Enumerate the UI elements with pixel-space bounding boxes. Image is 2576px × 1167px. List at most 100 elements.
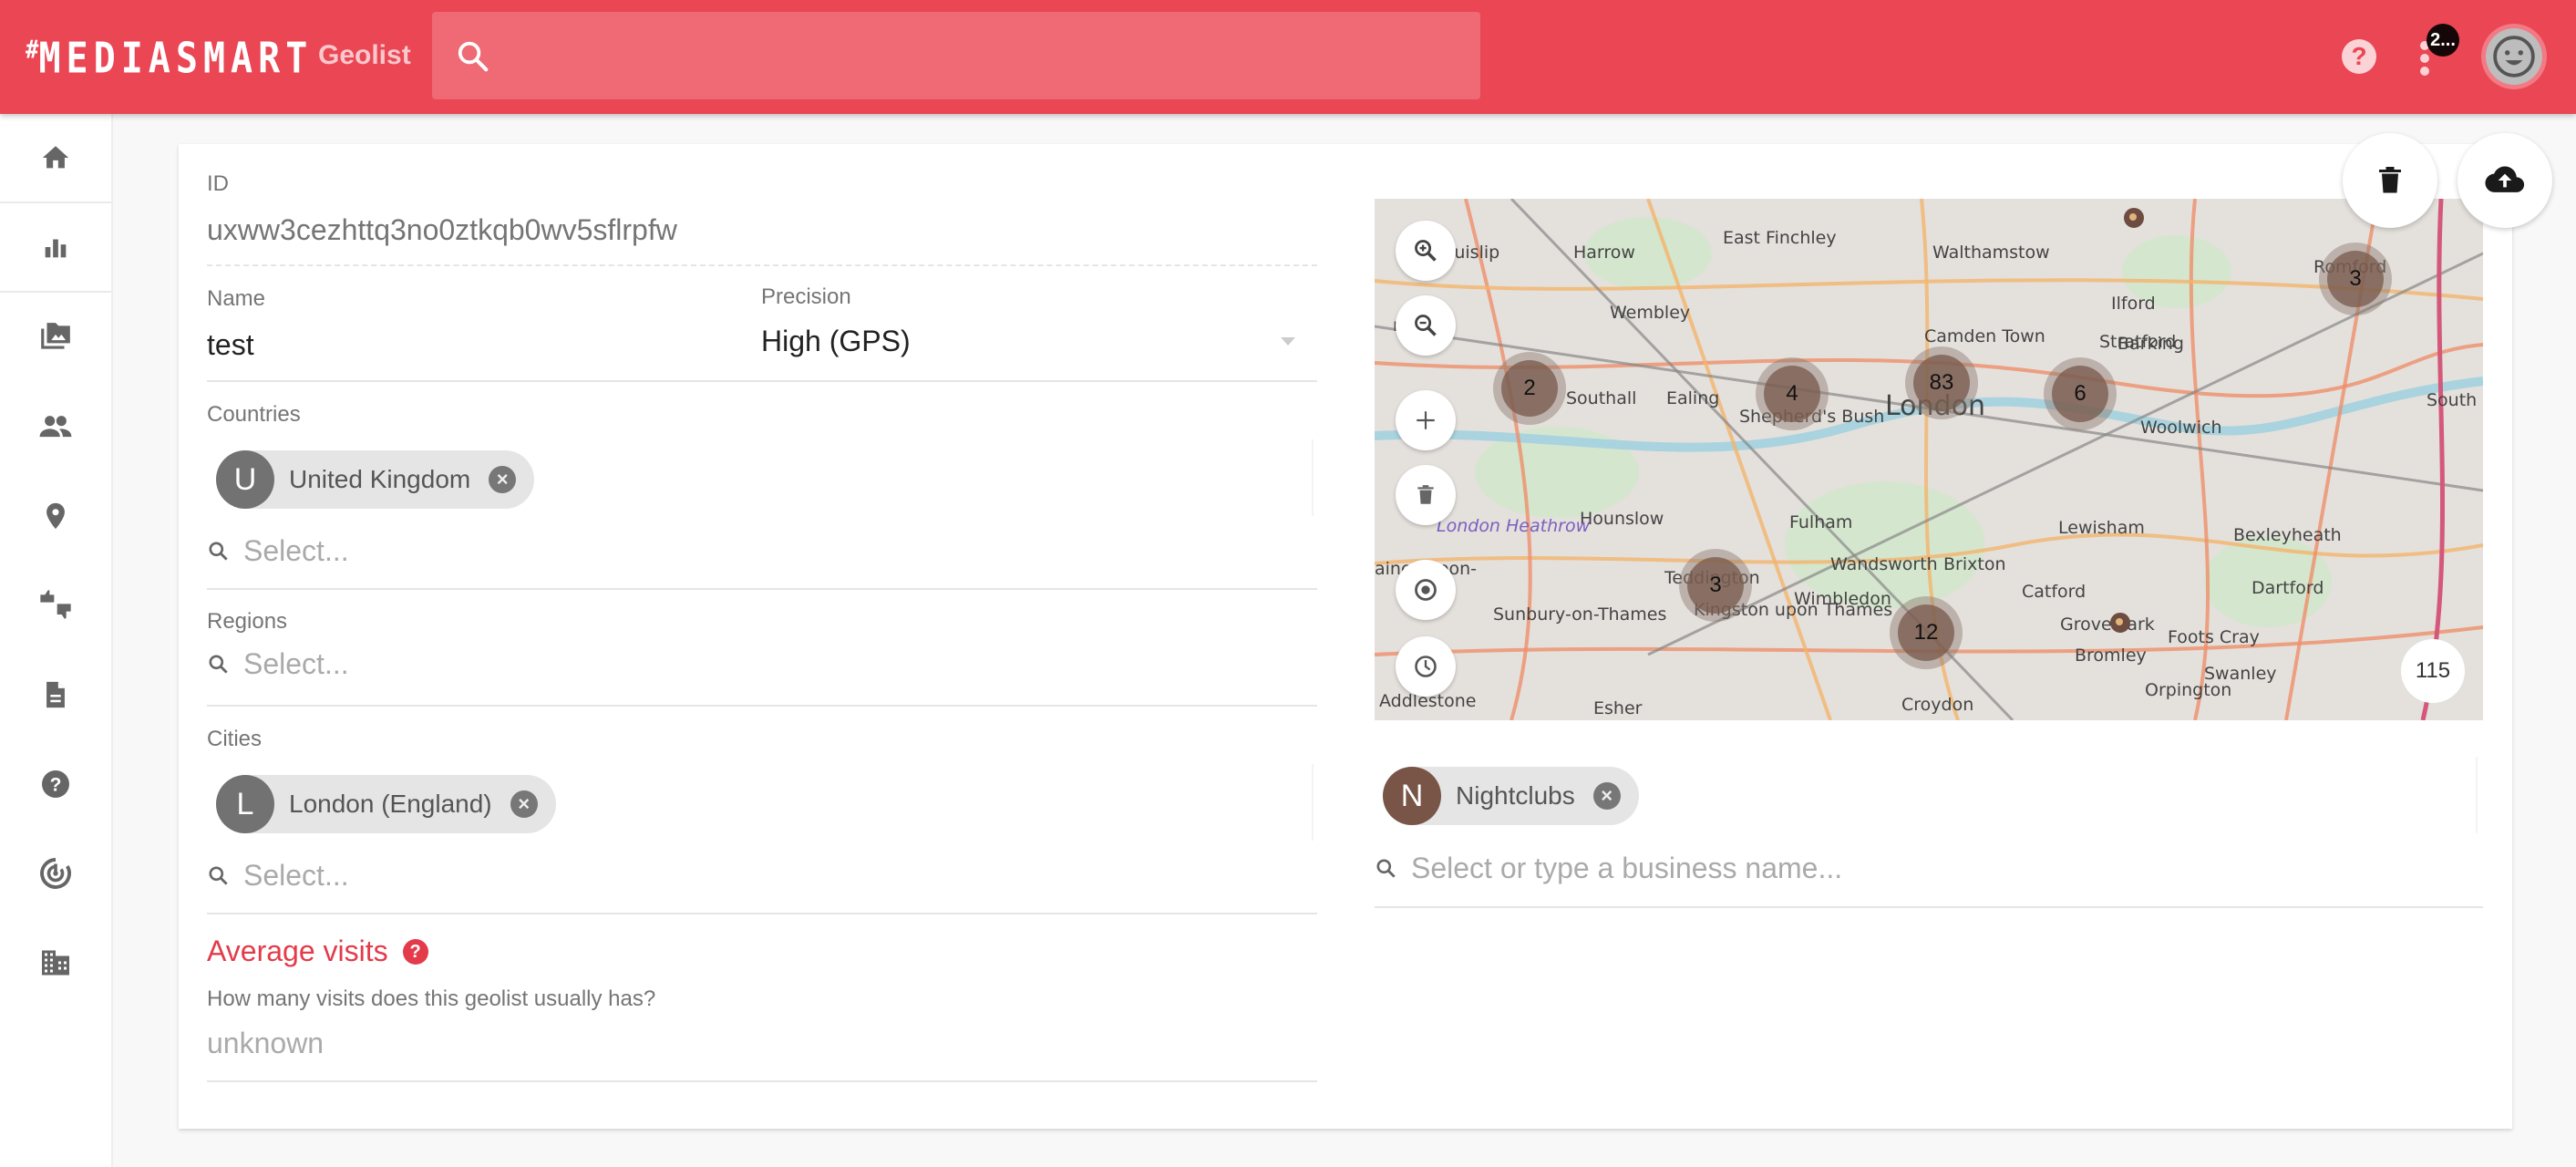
search-icon: [458, 41, 489, 72]
map-place-label: Bexleyheath: [2233, 525, 2342, 545]
clock-icon: [1415, 656, 1437, 677]
map-place-label: Woolwich: [2140, 418, 2222, 438]
cities-divider: [207, 913, 1317, 914]
map-place-label: Wandsworth: [1830, 554, 1938, 574]
chip-area-border: [1312, 764, 1314, 841]
global-search[interactable]: [432, 12, 1480, 99]
mediasmart-logo[interactable]: #MEDIASMART: [26, 35, 313, 83]
map-cluster[interactable]: 3: [2319, 243, 2392, 315]
map-place-label: Brixton: [1943, 554, 2006, 574]
search-icon: [209, 541, 228, 561]
map-zoom-out-button[interactable]: [1396, 295, 1456, 356]
photo-library-icon: [41, 323, 70, 349]
map-cluster[interactable]: 2: [1493, 352, 1566, 425]
map-place-label: Croydon: [1901, 695, 1974, 715]
building-icon: [42, 950, 69, 976]
map-pin-marker[interactable]: [2110, 613, 2130, 633]
chip-avatar: N: [1383, 767, 1441, 825]
map-cluster[interactable]: 4: [1756, 357, 1829, 430]
sidebar-item-geolists[interactable]: [0, 471, 111, 561]
map-place-label: Catford: [2022, 582, 2087, 602]
delete-geolist-button[interactable]: [2343, 133, 2437, 228]
map-place-label: Orpington: [2145, 680, 2232, 700]
zoom-in-icon: [1415, 240, 1437, 262]
plus-icon: [1417, 411, 1435, 429]
chip-remove-icon[interactable]: ×: [1592, 782, 1621, 810]
map-place-label: Foots Cray: [2168, 627, 2260, 647]
chip-remove-icon[interactable]: ×: [510, 790, 538, 818]
average-visits-divider: [207, 1080, 1317, 1082]
help-icon[interactable]: ?: [2342, 39, 2376, 74]
average-visits-input[interactable]: unknown: [207, 1027, 324, 1060]
map-cluster[interactable]: 12: [1890, 596, 1963, 669]
map-add-button[interactable]: [1396, 390, 1456, 450]
sidebar-item-analytics[interactable]: [0, 203, 111, 293]
smiley-face-icon: [2486, 28, 2542, 85]
sidebar-item-reports[interactable]: [0, 650, 111, 739]
map-place-label: Walthamstow: [1932, 243, 2050, 263]
sidebar-item-organization[interactable]: [0, 918, 111, 1007]
map-place-label: Grove Park: [2060, 614, 2155, 635]
map-place-label: Ilford: [2111, 294, 2156, 314]
map-place-label: Southall: [1566, 388, 1637, 408]
chip-label: United Kingdom: [289, 465, 471, 493]
sidebar-item-creatives[interactable]: [0, 293, 111, 382]
precision-select[interactable]: High (GPS): [761, 325, 1308, 358]
precision-label: Precision: [761, 284, 851, 309]
business-chip: N Nightclubs ×: [1383, 767, 1639, 825]
search-icon: [209, 865, 228, 885]
user-avatar[interactable]: [2481, 24, 2547, 89]
people-icon: [39, 416, 72, 438]
global-search-input[interactable]: [505, 12, 1462, 99]
radar-icon: [40, 858, 71, 889]
chip-remove-icon[interactable]: ×: [489, 466, 517, 493]
chip-area-border: [2476, 757, 2478, 833]
cities-select[interactable]: [207, 859, 1155, 893]
cloud-upload-icon: [2485, 166, 2525, 192]
sidebar-item-home[interactable]: [0, 114, 111, 203]
map-view[interactable]: Ruislip Harrow East Finchley Walthamstow Wem…: [1375, 199, 2483, 720]
countries-label: Countries: [207, 402, 301, 427]
sidebar-item-ratings[interactable]: [0, 561, 111, 650]
map-locate-button[interactable]: [1396, 560, 1456, 620]
chip-area-border: [1312, 439, 1314, 516]
id-divider: [207, 264, 1317, 266]
name-label: Name: [207, 286, 266, 311]
country-chip: U United Kingdom ×: [216, 450, 535, 509]
map-zoom-in-button[interactable]: [1396, 221, 1456, 281]
map-place-label: South Ock: [2427, 390, 2483, 410]
precision-value: High (GPS): [761, 325, 911, 357]
business-select[interactable]: [1375, 852, 2323, 885]
sidebar-item-audiences[interactable]: [0, 382, 111, 471]
zoom-out-icon: [1415, 315, 1437, 336]
regions-select[interactable]: [207, 647, 1155, 681]
countries-select[interactable]: [207, 534, 1155, 568]
countries-input[interactable]: [243, 534, 1155, 568]
city-chip: L London (England) ×: [216, 775, 556, 833]
cities-label: Cities: [207, 727, 263, 751]
chip-avatar: U: [216, 450, 274, 509]
sidebar-item-help[interactable]: ?: [0, 739, 111, 829]
map-cluster[interactable]: 83: [1905, 346, 1978, 419]
notification-badge[interactable]: 2...: [2427, 24, 2459, 57]
business-input[interactable]: [1411, 852, 2323, 885]
map-history-button[interactable]: [1396, 636, 1456, 697]
map-place-label: Harrow: [1573, 243, 1635, 263]
map-cluster[interactable]: 6: [2044, 357, 2117, 430]
home-icon: [42, 146, 69, 169]
map-cluster[interactable]: 3: [1679, 549, 1752, 622]
document-icon: [46, 681, 65, 708]
chip-label: Nightclubs: [1456, 781, 1575, 810]
map-pin-marker[interactable]: [2124, 208, 2144, 228]
name-input[interactable]: test: [207, 328, 254, 362]
sidebar-item-tracking[interactable]: [0, 829, 111, 918]
map-delete-button[interactable]: [1396, 465, 1456, 525]
map-place-label: Esher: [1593, 698, 1643, 718]
map-place-label: London Heathrow: [1437, 516, 1591, 536]
help-icon[interactable]: ?: [402, 938, 428, 965]
regions-input[interactable]: [243, 647, 1155, 681]
map-place-label: Ealing: [1666, 388, 1720, 408]
cities-input[interactable]: [243, 859, 1155, 893]
map-place-label: Bromley: [2075, 645, 2147, 666]
upload-geolist-button[interactable]: [2458, 133, 2552, 228]
